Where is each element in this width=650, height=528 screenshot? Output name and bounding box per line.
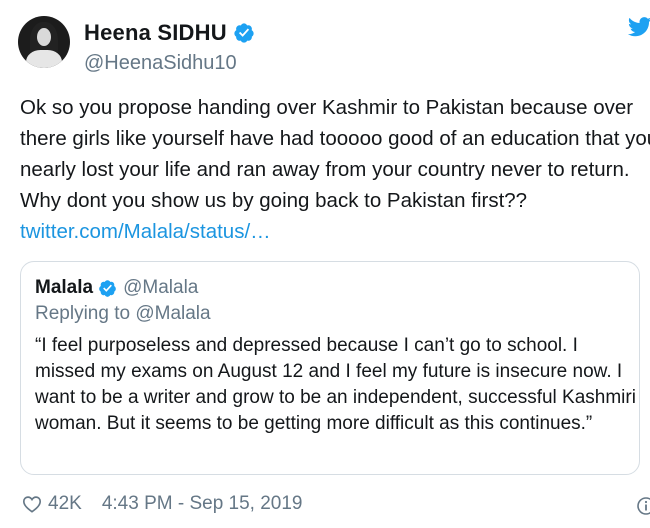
heart-icon[interactable] (22, 495, 42, 513)
verified-badge-icon (99, 279, 116, 297)
quoted-tweet-text: “I feel purposeless and depressed becaus… (35, 335, 642, 434)
author-display-name[interactable]: Heena SIDHU (84, 20, 227, 46)
quoted-display-name[interactable]: Malala (35, 277, 93, 299)
tweet-body: Ok so you propose handing over Kashmir t… (20, 96, 650, 212)
quoted-tweet-link[interactable]: twitter.com/Malala/status/… (20, 220, 271, 243)
author-block: Heena SIDHU @HeenaSidhu10 (84, 20, 255, 75)
replying-to: Replying to @Malala (35, 303, 211, 324)
twitter-bird-icon[interactable] (628, 16, 650, 38)
like-count[interactable]: 42K (48, 493, 82, 515)
timestamp[interactable]: 4:43 PM - Sep 15, 2019 (102, 493, 303, 515)
verified-badge-icon (234, 23, 254, 43)
avatar[interactable] (18, 16, 70, 68)
quoted-tweet-card[interactable]: Malala @Malala Replying to @Malala “I fe… (20, 261, 640, 475)
tweet-text: Ok so you propose handing over Kashmir t… (20, 92, 650, 247)
tweet-footer: 42K 4:43 PM - Sep 15, 2019 (22, 493, 303, 515)
author-handle[interactable]: @HeenaSidhu10 (84, 52, 255, 75)
info-icon[interactable] (637, 497, 650, 515)
quoted-handle[interactable]: @Malala (123, 277, 198, 299)
